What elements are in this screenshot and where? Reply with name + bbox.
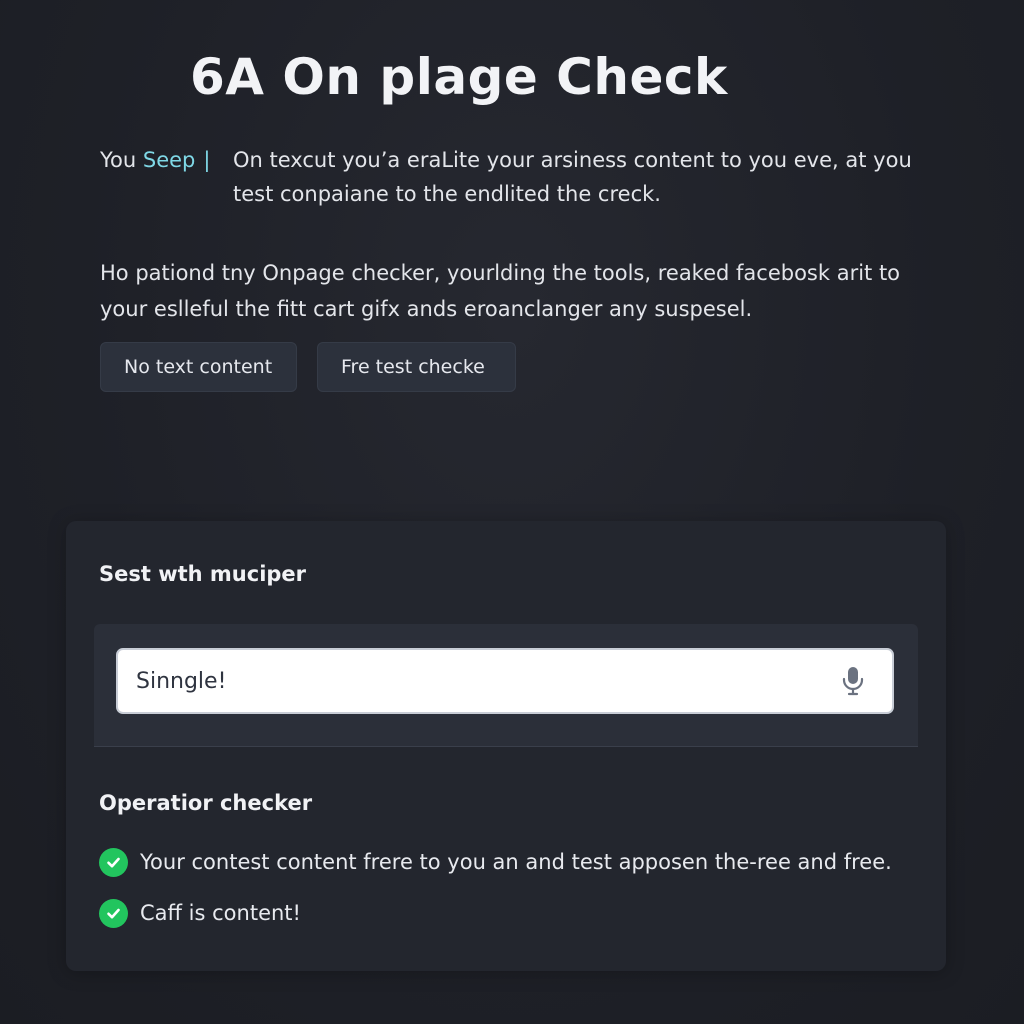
intro-text: You Seep | On texcut you’a eraLite your a… — [100, 143, 930, 211]
check-list: Your contest content frere to you an and… — [99, 845, 892, 947]
intro-lead: You Seep | — [100, 143, 233, 177]
page-title: 6A On plage Check — [190, 48, 728, 106]
page: 6A On plage Check You Seep | On texcut yo… — [0, 0, 1024, 1024]
no-text-content-button[interactable]: No text content — [100, 342, 297, 392]
checker-panel: Sest wth muciper Operatior checker — [66, 521, 946, 971]
panel-heading: Sest wth muciper — [99, 562, 307, 586]
operation-checker-heading: Operatior checker — [99, 791, 313, 815]
intro-lead-word: You — [100, 148, 137, 172]
microphone-icon[interactable] — [828, 656, 878, 706]
search-well — [94, 624, 918, 747]
intro-accent-word[interactable]: Seep — [143, 148, 196, 172]
intro-body: On texcut you’a eraLite your arsiness co… — [233, 148, 912, 206]
list-item: Caff is content! — [99, 896, 892, 930]
intro-separator: | — [203, 148, 211, 172]
description-text: Ho pationd tny Onpage checker, yourlding… — [100, 261, 901, 321]
free-test-check-button[interactable]: Fre test checke — [317, 342, 516, 392]
microphone-icon-svg — [842, 667, 864, 696]
intro-row: You Seep | On texcut you’a eraLite your a… — [100, 143, 930, 211]
check-circle-icon — [99, 847, 128, 877]
check-circle-icon — [99, 898, 128, 928]
chip-row: No text content Fre test checke — [100, 342, 516, 392]
search-input[interactable] — [118, 649, 828, 713]
search-box — [116, 648, 894, 714]
list-item: Your contest content frere to you an and… — [99, 845, 892, 879]
check-item-text: Your contest content frere to you an and… — [140, 850, 892, 874]
check-item-text: Caff is content! — [140, 901, 301, 925]
